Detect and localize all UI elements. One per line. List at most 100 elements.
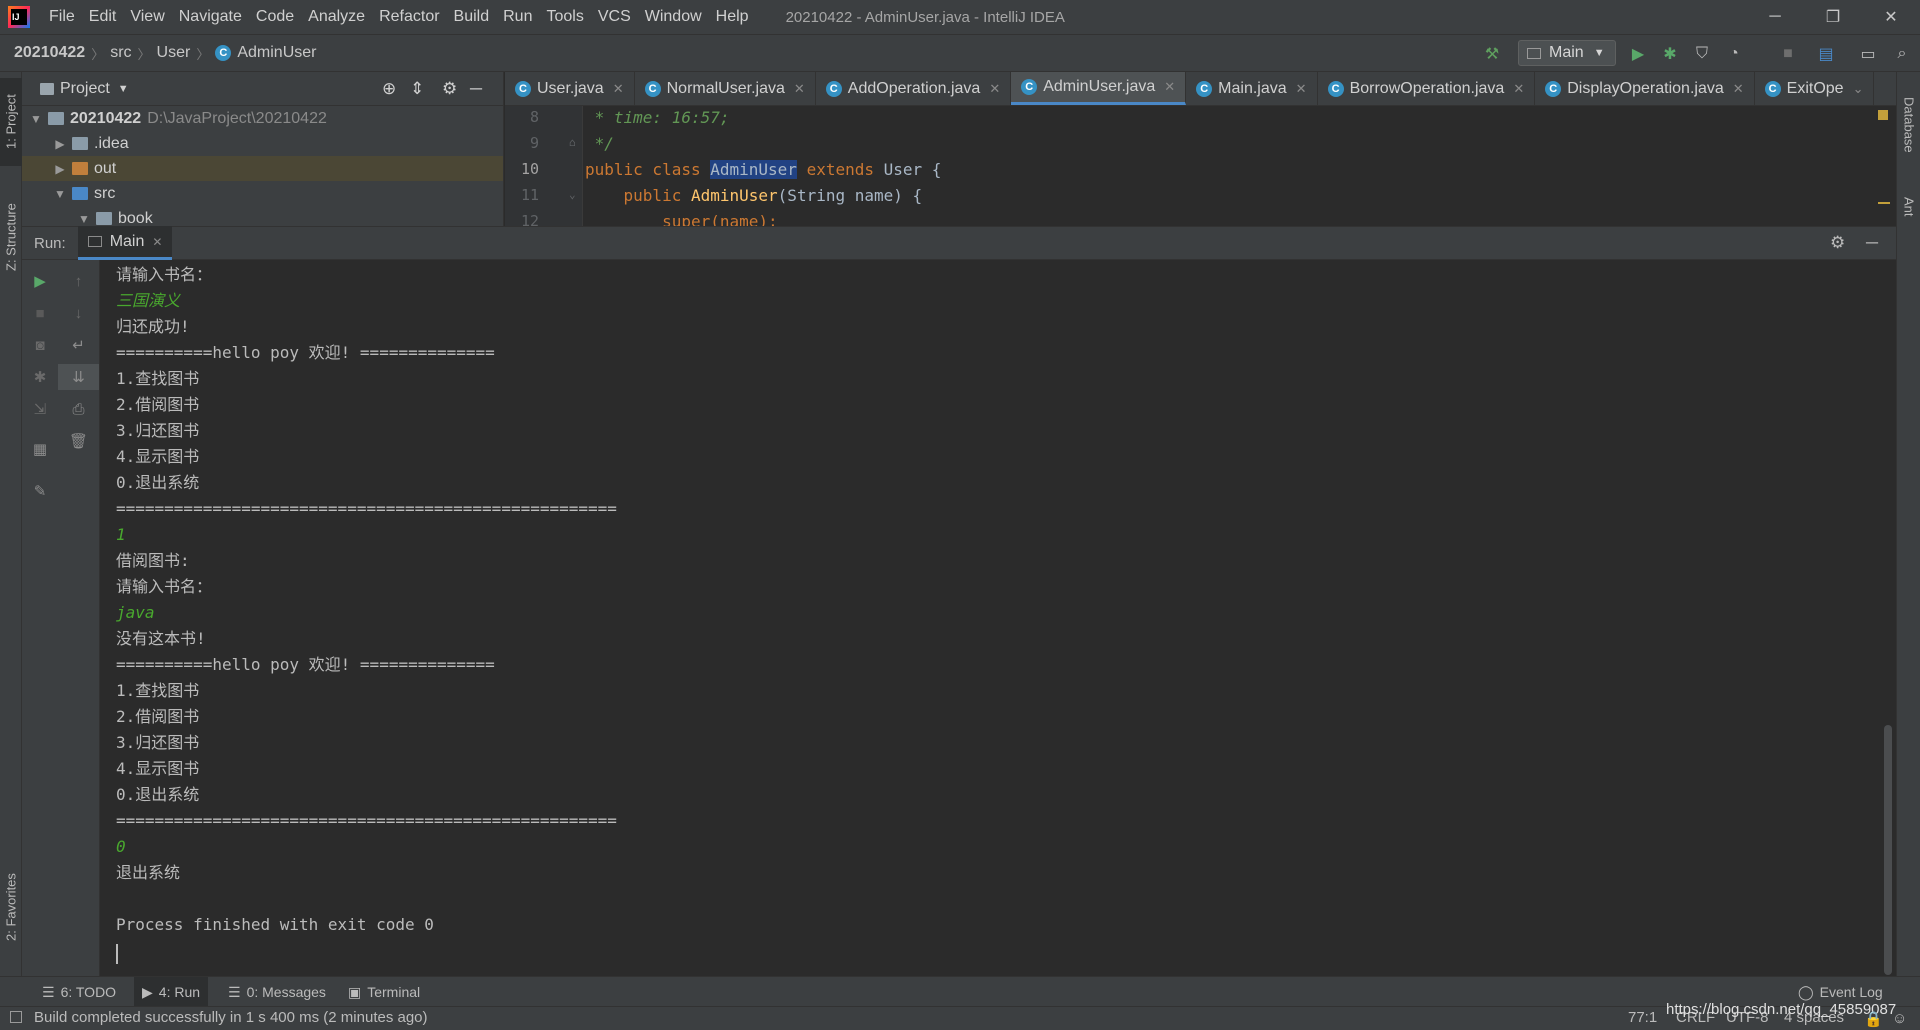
fold-icon[interactable]: ⌂ xyxy=(569,136,576,149)
hide-panel-icon[interactable]: ─ xyxy=(1866,233,1878,253)
close-icon[interactable]: ✕ xyxy=(613,81,624,97)
camera-icon[interactable]: ◙ xyxy=(22,332,58,358)
tab-exitoperation-java[interactable]: C ExitOpe ⌄ xyxy=(1755,72,1875,105)
run-config-selector[interactable]: Main ▼ xyxy=(1518,40,1616,66)
tab-terminal[interactable]: ▣ Terminal xyxy=(340,977,428,1007)
tab-main-java[interactable]: C Main.java ✕ xyxy=(1186,72,1318,105)
close-icon[interactable]: ✕ xyxy=(794,81,805,97)
menu-view[interactable]: View xyxy=(123,8,171,26)
scrollbar-thumb[interactable] xyxy=(1884,725,1892,975)
tree-item-root[interactable]: ▼ 20210422 D:\JavaProject\20210422 xyxy=(22,106,503,131)
menu-tools[interactable]: Tools xyxy=(539,8,590,26)
chevron-down-icon[interactable]: ▼ xyxy=(52,187,68,201)
rerun-icon[interactable]: ▶ xyxy=(22,268,58,294)
chevron-down-icon[interactable]: ⌄ xyxy=(1853,81,1864,97)
search-icon[interactable]: ⌕ xyxy=(1890,42,1914,66)
exit-icon[interactable]: ⇲ xyxy=(22,396,58,422)
tree-item-idea[interactable]: ▶ .idea xyxy=(22,131,503,156)
menu-run[interactable]: Run xyxy=(496,8,539,26)
profile-icon[interactable]: ◔ xyxy=(1722,42,1746,66)
build-hammer-icon[interactable]: ⚒ xyxy=(1480,42,1504,66)
tree-item-book[interactable]: ▼ book xyxy=(22,206,503,227)
console-output[interactable]: 请输入书名： 三国演义 归还成功! ==========hello poy 欢迎… xyxy=(100,260,1880,976)
tab-project[interactable]: 1: Project xyxy=(0,78,22,166)
run-icon[interactable]: ▶ xyxy=(1626,42,1650,66)
locate-file-icon[interactable]: ⊕ xyxy=(382,79,396,99)
chevron-down-icon[interactable]: ▼ xyxy=(118,83,129,95)
close-icon[interactable]: ✕ xyxy=(152,235,162,249)
debug-bug-icon[interactable]: ✱ xyxy=(1658,42,1682,66)
close-icon[interactable]: ✕ xyxy=(989,81,1000,97)
gear-icon[interactable]: ⚙ xyxy=(1830,233,1845,253)
menu-file[interactable]: File xyxy=(42,8,82,26)
arrow-up-icon[interactable]: ↑ xyxy=(58,268,99,294)
hide-panel-icon[interactable]: ─ xyxy=(470,79,482,99)
tab-user-java[interactable]: C User.java ✕ xyxy=(505,72,635,105)
tab-ant[interactable]: Ant xyxy=(1897,182,1920,232)
chevron-down-icon[interactable]: ▼ xyxy=(76,212,92,226)
presentation-mode-icon[interactable]: ▭ xyxy=(1856,42,1880,66)
menu-vcs[interactable]: VCS xyxy=(591,8,638,26)
tree-item-src[interactable]: ▼ src xyxy=(22,181,503,206)
gear-icon[interactable]: ⚙ xyxy=(442,79,457,99)
arrow-down-icon[interactable]: ↓ xyxy=(58,300,99,326)
debug-bug-icon[interactable]: ✱ xyxy=(22,364,58,390)
breadcrumb-user[interactable]: User xyxy=(157,44,191,62)
fold-icon[interactable]: ⌄ xyxy=(569,188,576,201)
chevron-down-icon[interactable]: ▼ xyxy=(28,112,44,126)
code-editor[interactable]: 8 9 10 11 12 ⌂ ⌄ * time: 16:57; */ publi… xyxy=(505,106,1896,226)
menu-help[interactable]: Help xyxy=(709,8,756,26)
layout-icon[interactable]: ▦ xyxy=(22,436,58,462)
tab-favorites[interactable]: 2: Favorites xyxy=(0,852,22,962)
console-scrollbar[interactable] xyxy=(1880,260,1896,976)
hector-icon[interactable]: ☺ xyxy=(1892,1010,1907,1027)
tab-normaluser-java[interactable]: C NormalUser.java ✕ xyxy=(635,72,816,105)
close-icon[interactable]: ✕ xyxy=(1733,81,1744,97)
menu-refactor[interactable]: Refactor xyxy=(372,8,446,26)
project-structure-icon[interactable]: ▤ xyxy=(1814,42,1838,66)
warning-marker-icon[interactable] xyxy=(1878,110,1888,120)
menu-analyze[interactable]: Analyze xyxy=(301,8,372,26)
menu-navigate[interactable]: Navigate xyxy=(172,8,249,26)
tab-database[interactable]: Database xyxy=(1897,80,1920,170)
close-window-button[interactable]: ✕ xyxy=(1862,0,1920,34)
menu-build[interactable]: Build xyxy=(447,8,497,26)
tab-todo[interactable]: ☰ 6: TODO xyxy=(34,977,124,1007)
tab-displayoperation-java[interactable]: C DisplayOperation.java ✕ xyxy=(1535,72,1755,105)
minimize-button[interactable]: ─ xyxy=(1746,0,1804,34)
close-icon[interactable]: ✕ xyxy=(1513,81,1524,97)
menu-code[interactable]: Code xyxy=(249,8,301,26)
tab-addoperation-java[interactable]: C AddOperation.java ✕ xyxy=(816,72,1012,105)
tab-structure[interactable]: Z: Structure xyxy=(0,182,22,292)
scroll-to-end-icon[interactable]: ⇊ xyxy=(58,364,99,390)
error-stripe-mark[interactable] xyxy=(1878,202,1890,204)
collapse-all-icon[interactable]: ⇕ xyxy=(410,79,424,99)
tab-borrowoperation-java[interactable]: C BorrowOperation.java ✕ xyxy=(1318,72,1536,105)
tab-messages[interactable]: ☰ 0: Messages xyxy=(220,977,334,1007)
breadcrumb-project[interactable]: 20210422 xyxy=(14,44,85,62)
tab-run[interactable]: ▶ 4: Run xyxy=(134,977,209,1007)
close-icon[interactable]: ✕ xyxy=(1164,79,1175,95)
tool-window-toggle-icon[interactable] xyxy=(10,1011,22,1023)
stop-icon[interactable]: ■ xyxy=(22,300,58,326)
breadcrumb-file[interactable]: C AdminUser xyxy=(215,44,316,62)
menu-edit[interactable]: Edit xyxy=(82,8,124,26)
breadcrumb-src[interactable]: src xyxy=(110,44,131,62)
tab-adminuser-java[interactable]: C AdminUser.java ✕ xyxy=(1011,72,1187,105)
soft-wrap-icon[interactable]: ↵ xyxy=(58,332,99,358)
restore-button[interactable]: ❐ xyxy=(1804,0,1862,34)
tree-item-out[interactable]: ▶ out xyxy=(22,156,503,181)
caret-position[interactable]: 77:1 xyxy=(1628,1009,1657,1026)
menu-window[interactable]: Window xyxy=(638,8,709,26)
stop-icon[interactable]: ■ xyxy=(1776,42,1800,66)
print-icon[interactable]: ⎙ xyxy=(58,396,99,422)
lock-icon[interactable]: 🔒 xyxy=(1864,1010,1883,1028)
run-tab-main[interactable]: Main ✕ xyxy=(77,226,173,260)
coverage-shield-icon[interactable]: ⛉ xyxy=(1690,42,1714,66)
trash-icon[interactable]: 🗑 xyxy=(58,428,99,454)
chevron-right-icon[interactable]: ▶ xyxy=(52,162,68,176)
chevron-right-icon[interactable]: ▶ xyxy=(52,137,68,151)
close-icon[interactable]: ✕ xyxy=(1296,81,1307,97)
pin-icon[interactable]: ✎ xyxy=(22,478,58,504)
project-panel-title[interactable]: Project xyxy=(60,80,110,98)
